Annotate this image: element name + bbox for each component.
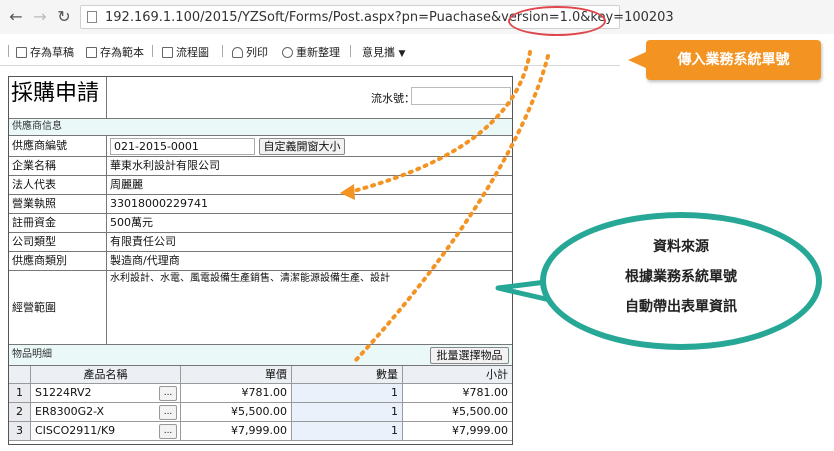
bubble-line-3: 自動帶出表單資訊: [625, 299, 737, 315]
arrow-to-legal-rep: [348, 50, 532, 194]
bubble-text: 資料來源 根據業務系統單號 自動帶出表單資訊: [540, 232, 822, 322]
arrow-head-icon: [340, 184, 355, 200]
arrow-to-items: [354, 54, 550, 362]
bubble-line-2: 根據業務系統單號: [625, 269, 737, 285]
bubble-line-1: 資料來源: [653, 239, 709, 255]
orange-callout-label: 傳入業務系統單號: [628, 40, 821, 80]
